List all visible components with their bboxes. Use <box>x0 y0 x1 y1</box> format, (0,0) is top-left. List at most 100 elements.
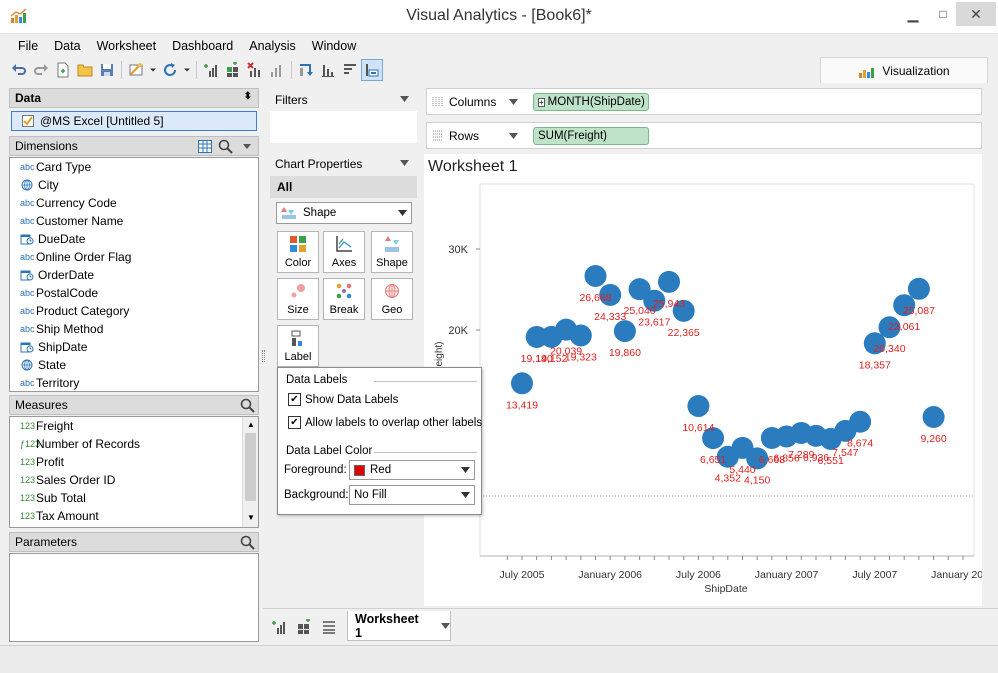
scroll-thumb[interactable] <box>245 433 256 501</box>
visualization-tab[interactable]: Visualization <box>820 57 988 83</box>
search-icon[interactable] <box>218 139 234 154</box>
chevron-down-icon[interactable] <box>509 133 518 139</box>
dimension-item[interactable]: City <box>10 176 258 194</box>
measure-item[interactable]: 123 Tax Amount <box>10 507 258 525</box>
parameters-list <box>9 553 259 642</box>
tab-worksheet-1[interactable]: Worksheet 1 <box>347 611 451 641</box>
background-color-dropdown[interactable]: No Fill <box>349 485 475 505</box>
allow-overlap-checkbox[interactable]: ✔ <box>288 416 301 429</box>
new-worksheet-button[interactable] <box>200 59 222 81</box>
dimension-item[interactable]: DueDate <box>10 230 258 248</box>
chevron-down-icon[interactable] <box>509 99 518 105</box>
search-icon[interactable] <box>240 535 256 550</box>
dimension-item[interactable]: OrderDate <box>10 266 258 284</box>
measures-scrollbar[interactable]: ▲ ▼ <box>242 417 258 527</box>
menu-analysis[interactable]: Analysis <box>241 36 304 56</box>
sort-descending-button[interactable] <box>339 59 361 81</box>
maximize-button[interactable]: □ <box>928 2 958 26</box>
pane-splitter-handle[interactable] <box>262 350 265 362</box>
show-data-labels-checkbox[interactable]: ✔ <box>288 393 301 406</box>
rows-pill[interactable]: SUM(Freight) <box>533 127 649 145</box>
dimension-item[interactable]: abc Customer Name <box>10 212 258 230</box>
label-button[interactable]: Label <box>277 325 319 367</box>
save-button[interactable] <box>96 59 118 81</box>
new-button[interactable] <box>52 59 74 81</box>
scroll-up-icon[interactable]: ▲ <box>247 420 255 429</box>
dimension-item[interactable]: abc Product Category <box>10 302 258 320</box>
open-button[interactable] <box>74 59 96 81</box>
number-type-icon: 123 <box>20 457 36 467</box>
dimension-item[interactable]: abc Card Type <box>10 158 258 176</box>
dimension-item[interactable]: State <box>10 356 258 374</box>
measure-item[interactable]: 123 Profit <box>10 453 258 471</box>
data-source-label: @MS Excel [Untitled 5] <box>40 114 164 128</box>
refresh-dropdown[interactable] <box>181 59 193 81</box>
sort-arrows-icon[interactable]: ⬍ <box>244 91 252 102</box>
chevron-down-icon[interactable] <box>242 143 252 150</box>
close-button[interactable]: ✕ <box>956 2 996 26</box>
geo-button[interactable]: Geo <box>371 278 413 320</box>
break-button[interactable]: Break <box>323 278 365 320</box>
presentation-button[interactable] <box>361 59 383 81</box>
duplicate-worksheet-button[interactable] <box>222 59 244 81</box>
menu-dashboard[interactable]: Dashboard <box>164 36 241 56</box>
size-button[interactable]: Size <box>277 278 319 320</box>
minimize-button[interactable]: ▁ <box>898 2 928 26</box>
calculated-field-icon: ƒ123 <box>20 439 41 449</box>
filters-header: Filters <box>270 88 417 110</box>
chevron-down-icon[interactable] <box>400 96 409 102</box>
sort-ascending-button[interactable] <box>317 59 339 81</box>
menu-worksheet[interactable]: Worksheet <box>89 36 165 56</box>
rows-icon <box>433 130 443 141</box>
new-dashboard-icon[interactable] <box>296 619 312 635</box>
measure-item[interactable]: 123 Sub Total <box>10 489 258 507</box>
title-bar: Visual Analytics - [Book6]* ▁ □ ✕ <box>0 0 998 34</box>
show-data-labels-option[interactable]: ✔ Show Data Labels <box>288 393 398 406</box>
sheet-list-icon[interactable] <box>321 619 337 635</box>
data-source-item[interactable]: @MS Excel [Untitled 5] <box>11 111 257 131</box>
measure-item[interactable]: 123 Freight <box>10 417 258 435</box>
dimension-item[interactable]: abc Online Order Flag <box>10 248 258 266</box>
axes-button[interactable]: Axes <box>323 231 365 273</box>
search-icon[interactable] <box>240 398 256 413</box>
chevron-down-icon[interactable] <box>400 160 409 166</box>
scatter-chart[interactable]: 20K 30K eight) July 2005 January 2006 July 20… <box>424 154 982 606</box>
new-worksheet-icon[interactable] <box>271 619 287 635</box>
shape-button[interactable]: Shape <box>371 231 413 273</box>
swap-axes-button[interactable] <box>295 59 317 81</box>
measure-item[interactable]: 123 Sales Order ID <box>10 471 258 489</box>
chevron-down-icon[interactable] <box>441 622 450 629</box>
columns-shelf[interactable]: Columns + MONTH(ShipDate) <box>426 88 982 115</box>
clear-worksheet-button[interactable] <box>244 59 266 81</box>
color-button[interactable]: Color <box>277 231 319 273</box>
clear-dropdown[interactable] <box>147 59 159 81</box>
refresh-button[interactable] <box>159 59 181 81</box>
foreground-color-dropdown[interactable]: Red <box>349 460 475 480</box>
dimension-item[interactable]: abc PostalCode <box>10 284 258 302</box>
dimension-item[interactable]: abc Currency Code <box>10 194 258 212</box>
rows-shelf[interactable]: Rows SUM(Freight) <box>426 122 982 149</box>
redo-button[interactable] <box>30 59 52 81</box>
columns-pill[interactable]: + MONTH(ShipDate) <box>533 93 649 111</box>
undo-button[interactable] <box>8 59 30 81</box>
filters-shelf[interactable] <box>270 111 417 143</box>
table-view-icon[interactable] <box>198 140 212 153</box>
expand-plus-icon[interactable]: + <box>538 97 545 107</box>
menu-data[interactable]: Data <box>46 36 88 56</box>
dimension-item[interactable]: abc Territory <box>10 374 258 392</box>
calendar-icon <box>20 270 34 281</box>
toolbar-separator <box>291 61 292 79</box>
dimension-item[interactable]: abc Ship Method <box>10 320 258 338</box>
number-type-icon: 123 <box>20 511 36 521</box>
show-me-button[interactable] <box>266 59 288 81</box>
mark-type-dropdown[interactable]: Shape <box>276 202 412 224</box>
save-icon <box>101 64 113 76</box>
menu-window[interactable]: Window <box>304 36 364 56</box>
allow-overlap-option[interactable]: ✔ Allow labels to overlap other labels <box>288 416 482 429</box>
all-marks-tab[interactable]: All <box>270 176 417 198</box>
dimension-item[interactable]: ShipDate <box>10 338 258 356</box>
menu-file[interactable]: File <box>0 36 46 56</box>
scroll-down-icon[interactable]: ▼ <box>247 513 255 522</box>
measure-item[interactable]: ƒ123 Number of Records <box>10 435 258 453</box>
clear-sheet-button[interactable] <box>125 59 147 81</box>
